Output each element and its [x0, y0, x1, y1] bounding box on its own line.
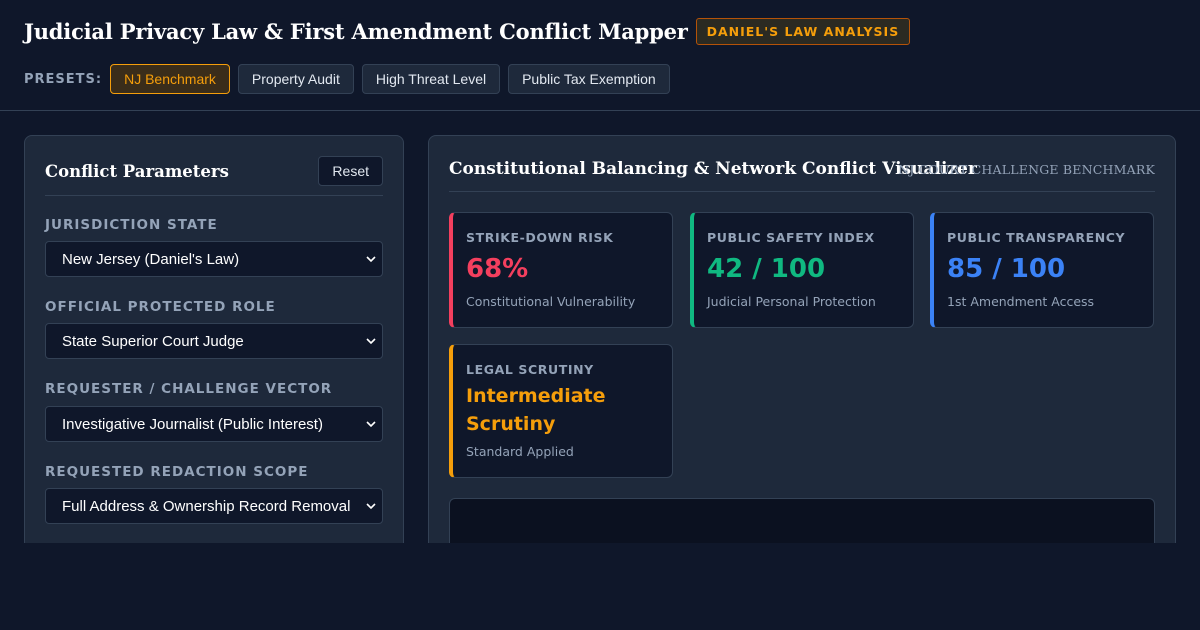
challenge-vector-value: Investigative Journalist (Public Interes…: [62, 415, 323, 433]
protected-role-value: State Superior Court Judge: [62, 332, 244, 350]
metric-value: Intermediate Scrutiny: [466, 385, 606, 435]
preset-nj-benchmark-button[interactable]: NJ Benchmark: [110, 64, 230, 94]
metric-description: Constitutional Vulnerability: [466, 294, 636, 309]
jurisdiction-value: New Jersey (Daniel's Law): [62, 250, 240, 268]
analysis-badge: DANIEL'S LAW ANALYSIS: [695, 18, 911, 45]
challenge-vector-label: REQUESTER / CHALLENGE VECTOR: [45, 381, 333, 397]
panel-title: Conflict Parameters: [45, 162, 229, 181]
metric-label: STRIKE-DOWN RISK: [466, 230, 614, 245]
metric-description: 1st Amendment Access: [947, 294, 1095, 309]
visualizer-header: Constitutional Balancing & Network Confl…: [449, 150, 1155, 192]
jurisdiction-label: JURISDICTION STATE: [45, 217, 218, 233]
metric-label: LEGAL SCRUTINY: [466, 362, 594, 377]
preset-property-audit-button[interactable]: Property Audit: [237, 64, 354, 94]
strike-down-risk-card: STRIKE-DOWN RISK 68% Constitutional Vuln…: [449, 212, 673, 328]
protected-role-select[interactable]: State Superior Court Judge: [45, 323, 383, 359]
public-safety-index-card: PUBLIC SAFETY INDEX 42 / 100 Judicial Pe…: [690, 212, 914, 328]
jurisdiction-select[interactable]: New Jersey (Daniel's Law): [45, 241, 383, 277]
app-header: Judicial Privacy Law & First Amendment C…: [0, 0, 1200, 111]
panel-header: Conflict Parameters Reset: [45, 156, 383, 196]
page-background-footer: [0, 543, 1200, 630]
challenge-vector-select[interactable]: Investigative Journalist (Public Interes…: [45, 406, 383, 442]
chevron-down-icon: [366, 503, 376, 510]
metric-label: PUBLIC SAFETY INDEX: [707, 230, 875, 245]
metric-value: 68%: [466, 254, 529, 284]
metric-label: PUBLIC TRANSPARENCY: [947, 230, 1126, 245]
redaction-scope-value: Full Address & Ownership Record Removal: [62, 497, 351, 515]
presets-label: PRESETS:: [24, 71, 103, 87]
public-transparency-card: PUBLIC TRANSPARENCY 85 / 100 1st Amendme…: [930, 212, 1154, 328]
presets-bar: PRESETS: NJ Benchmark Property Audit Hig…: [24, 64, 678, 94]
visualizer-panel: Constitutional Balancing & Network Confl…: [428, 135, 1176, 568]
conflict-parameters-panel: Conflict Parameters Reset JURISDICTION S…: [24, 135, 404, 555]
chevron-down-icon: [366, 338, 376, 345]
visualizer-subtitle: NJ COURT CHALLENGE BENCHMARK: [898, 162, 1155, 177]
redaction-scope-select[interactable]: Full Address & Ownership Record Removal: [45, 488, 383, 524]
metric-value: 42 / 100: [707, 254, 826, 284]
preset-high-threat-level-button[interactable]: High Threat Level: [361, 64, 501, 94]
chevron-down-icon: [366, 256, 376, 263]
redaction-scope-label: REQUESTED REDACTION SCOPE: [45, 464, 309, 480]
reset-button[interactable]: Reset: [318, 156, 383, 186]
app-title: Judicial Privacy Law & First Amendment C…: [24, 19, 688, 44]
preset-public-tax-exemption-button[interactable]: Public Tax Exemption: [508, 64, 670, 94]
legal-scrutiny-card: LEGAL SCRUTINY Intermediate Scrutiny Sta…: [449, 344, 673, 478]
metric-description: Standard Applied: [466, 444, 574, 459]
metric-description: Judicial Personal Protection: [707, 294, 876, 309]
protected-role-label: OFFICIAL PROTECTED ROLE: [45, 299, 276, 315]
title-row: Judicial Privacy Law & First Amendment C…: [24, 18, 911, 45]
metric-value: 85 / 100: [947, 254, 1066, 284]
chevron-down-icon: [366, 421, 376, 428]
